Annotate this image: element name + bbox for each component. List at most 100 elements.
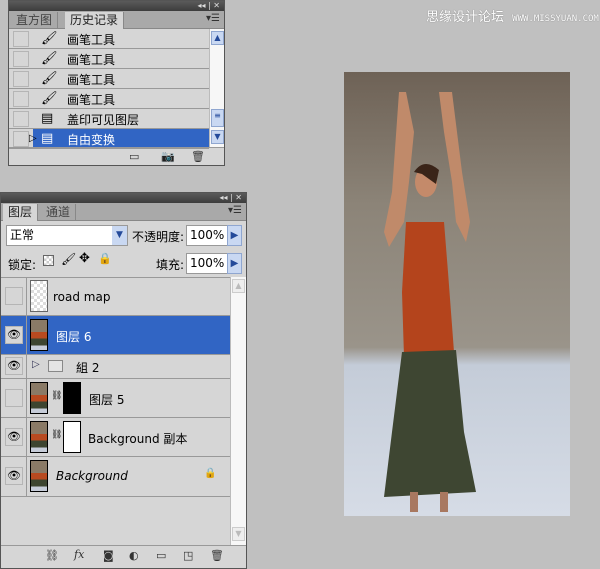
woman-photo bbox=[384, 92, 476, 512]
watermark: 思缘设计论坛 WWW.MISSYUAN.COM bbox=[426, 6, 599, 25]
panel-titlebar[interactable]: ◂◂ | ✕ bbox=[1, 193, 246, 203]
snapshot-source-box[interactable] bbox=[13, 131, 29, 147]
tab-histogram[interactable]: 直方图 bbox=[11, 12, 59, 29]
snapshot-source-box[interactable] bbox=[13, 31, 29, 47]
layer-mask-thumbnail bbox=[63, 421, 81, 453]
layers-footer: ⛓ fx ◙ ◐ ▭ ◳ 🗑 bbox=[1, 545, 246, 567]
history-panel: ◂◂ | ✕ 直方图 历史记录 ▾☰ 🖌 画笔工具 🖌 画笔工具 🖌 画笔工具 🖌 画笔… bbox=[8, 0, 225, 166]
tab-channels[interactable]: 通道 bbox=[41, 204, 77, 221]
scroll-down-button[interactable]: ▼ bbox=[232, 527, 245, 541]
trash-icon[interactable]: 🗑 bbox=[210, 549, 224, 562]
history-item[interactable]: 🖌 画笔工具 bbox=[9, 69, 209, 89]
history-item[interactable]: ▤ 盖印可见图层 bbox=[9, 109, 209, 129]
layer-row[interactable]: ⛓ 图层 5 bbox=[1, 379, 230, 418]
layer-thumbnail bbox=[30, 421, 48, 453]
layer-row[interactable]: 👁 ⛓ Background 副本 bbox=[1, 418, 230, 457]
trash-icon[interactable]: 🗑 bbox=[191, 150, 205, 163]
fill-value: 100% bbox=[190, 256, 225, 270]
document-canvas[interactable] bbox=[344, 72, 570, 516]
opacity-value: 100% bbox=[190, 228, 225, 242]
history-item-label: 自由变换 bbox=[67, 133, 116, 147]
brush-icon: 🖌 bbox=[41, 71, 58, 86]
layer-mask-thumbnail bbox=[63, 382, 81, 414]
snapshot-source-box[interactable] bbox=[13, 91, 29, 107]
history-item[interactable]: 🖌 画笔工具 bbox=[9, 89, 209, 109]
lock-all-icon[interactable]: 🔒 bbox=[98, 252, 112, 265]
lock-paint-brush-icon[interactable]: 🖌 bbox=[61, 252, 76, 266]
scroll-down-button[interactable]: ▼ bbox=[211, 130, 224, 144]
layer-group-row[interactable]: 👁 ▷ 組 2 bbox=[1, 355, 230, 379]
new-document-from-state-icon[interactable]: ▭ bbox=[129, 150, 139, 163]
lock-move-icon[interactable]: ✥ bbox=[79, 251, 90, 266]
history-list: 🖌 画笔工具 🖌 画笔工具 🖌 画笔工具 🖌 画笔工具 ▤ 盖印可见图层 ▷ ▤ 自由变换 bbox=[9, 29, 209, 149]
brush-icon: 🖌 bbox=[41, 31, 58, 46]
layer-name: road map bbox=[53, 290, 111, 304]
opacity-slider-button[interactable]: ▶ bbox=[227, 225, 242, 246]
layer-thumbnail bbox=[30, 460, 48, 492]
chain-link-icon: ⛓ bbox=[51, 391, 63, 401]
history-item-label: 画笔工具 bbox=[67, 93, 116, 107]
tab-history[interactable]: 历史记录 bbox=[65, 12, 125, 29]
layers-list: road map 👁 图层 6 👁 ▷ 組 2 ⛓ 图层 5 👁 ⛓ Background … bbox=[1, 277, 230, 545]
layer-row[interactable]: road map bbox=[1, 278, 230, 316]
layer-name: Background bbox=[56, 469, 128, 483]
layer-name: 图层 6 bbox=[56, 330, 92, 344]
visibility-toggle[interactable] bbox=[5, 287, 23, 305]
tab-layers[interactable]: 图层 bbox=[3, 204, 39, 221]
history-item-label: 盖印可见图层 bbox=[67, 113, 140, 127]
layer-row-selected[interactable]: 👁 图层 6 bbox=[1, 316, 230, 355]
layer-row[interactable]: 👁 Background 🔒 bbox=[1, 457, 230, 497]
layers-scrollbar[interactable]: ▲ ▼ bbox=[230, 277, 246, 545]
fill-slider-button[interactable]: ▶ bbox=[227, 253, 242, 274]
scroll-thumb[interactable]: ≡ bbox=[211, 109, 224, 127]
brush-icon: 🖌 bbox=[41, 51, 58, 66]
snapshot-camera-icon[interactable]: 📷 bbox=[161, 150, 175, 163]
lock-label: 锁定: bbox=[8, 258, 37, 272]
eye-icon[interactable]: 👁 bbox=[5, 326, 23, 344]
layer-thumbnail bbox=[30, 382, 48, 414]
snapshot-source-box[interactable] bbox=[13, 71, 29, 87]
history-item-label: 画笔工具 bbox=[67, 73, 116, 87]
expand-group-icon[interactable]: ▷ bbox=[32, 359, 40, 370]
history-item-label: 画笔工具 bbox=[67, 53, 116, 67]
layer-name: Background 副本 bbox=[88, 432, 188, 446]
brush-icon: 🖌 bbox=[41, 91, 58, 106]
history-scrollbar[interactable]: ▲ ≡ ▼ bbox=[209, 29, 224, 147]
history-footer: ▭ 📷 🗑 bbox=[9, 147, 224, 165]
layer-thumbnail bbox=[30, 319, 48, 351]
history-item-selected[interactable]: ▷ ▤ 自由变换 bbox=[9, 129, 209, 149]
layer-style-fx-icon[interactable]: fx bbox=[74, 548, 84, 561]
lock-icon: 🔒 bbox=[204, 468, 217, 479]
lock-transparency-icon[interactable] bbox=[43, 255, 54, 266]
chevron-down-icon: ▼ bbox=[112, 226, 127, 245]
blend-mode-value: 正常 bbox=[10, 228, 35, 242]
adjustment-layer-icon[interactable]: ◐ bbox=[129, 549, 139, 562]
panel-menu-icon[interactable]: ▾☰ bbox=[206, 13, 220, 24]
eye-icon[interactable]: 👁 bbox=[5, 428, 23, 446]
history-state-icon: ▤ bbox=[41, 111, 54, 126]
eye-icon[interactable]: 👁 bbox=[5, 467, 23, 485]
opacity-label: 不透明度: bbox=[132, 230, 185, 244]
snapshot-source-box[interactable] bbox=[13, 51, 29, 67]
eye-icon[interactable]: 👁 bbox=[5, 357, 23, 375]
new-layer-icon[interactable]: ◳ bbox=[183, 549, 193, 562]
scroll-up-button[interactable]: ▲ bbox=[232, 279, 245, 293]
new-group-folder-icon[interactable]: ▭ bbox=[156, 549, 166, 562]
fill-input[interactable]: 100% bbox=[186, 253, 228, 274]
history-item-label: 画笔工具 bbox=[67, 33, 116, 47]
add-mask-icon[interactable]: ◙ bbox=[103, 549, 114, 562]
panel-menu-icon[interactable]: ▾☰ bbox=[228, 205, 242, 216]
history-state-icon: ▤ bbox=[41, 131, 54, 146]
watermark-url: WWW.MISSYUAN.COM bbox=[512, 14, 599, 24]
link-layers-icon[interactable]: ⛓ bbox=[45, 549, 59, 562]
scroll-up-button[interactable]: ▲ bbox=[211, 31, 224, 45]
blend-mode-select[interactable]: 正常 ▼ bbox=[6, 225, 128, 246]
opacity-input[interactable]: 100% bbox=[186, 225, 228, 246]
history-item[interactable]: 🖌 画笔工具 bbox=[9, 29, 209, 49]
snapshot-source-box[interactable] bbox=[13, 111, 29, 127]
history-brush-pointer-icon: ▷ bbox=[29, 133, 37, 144]
visibility-toggle[interactable] bbox=[5, 389, 23, 407]
history-item[interactable]: 🖌 画笔工具 bbox=[9, 49, 209, 69]
panel-titlebar[interactable]: ◂◂ | ✕ bbox=[9, 1, 224, 11]
chain-link-icon: ⛓ bbox=[51, 430, 63, 440]
